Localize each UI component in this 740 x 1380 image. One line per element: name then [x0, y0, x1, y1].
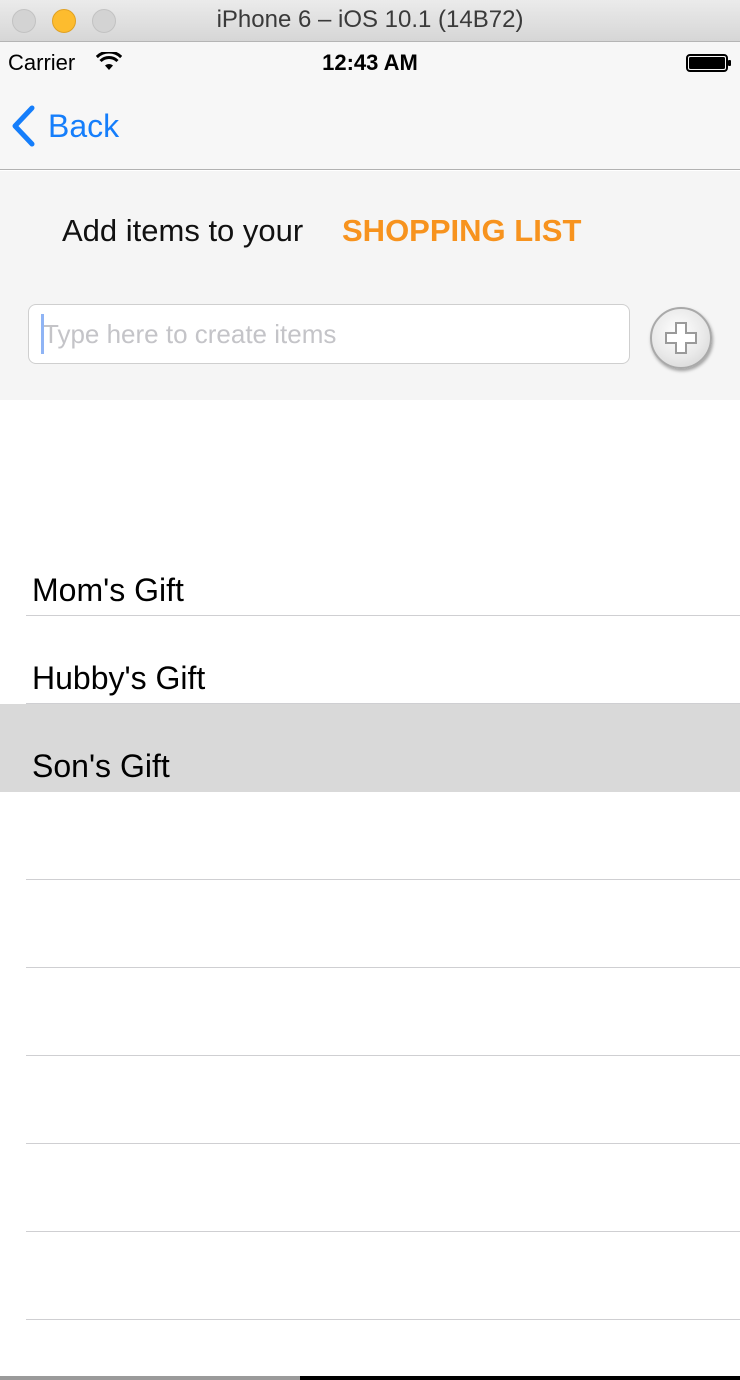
list-item[interactable]: Mom's Gift	[0, 528, 740, 616]
list-item[interactable]	[0, 1232, 740, 1320]
navigation-bar: Back	[0, 82, 740, 170]
list-item-label: Hubby's Gift	[32, 660, 206, 696]
list-item-label: Son's Gift	[32, 748, 170, 784]
list-item[interactable]	[0, 880, 740, 968]
text-cursor	[41, 314, 44, 354]
add-item-button[interactable]	[650, 307, 712, 369]
shopping-list-title: SHOPPING LIST	[342, 213, 582, 248]
simulator-title-bar: iPhone 6 – iOS 10.1 (14B72)	[0, 0, 740, 42]
shopping-list: Mom's Gift Hubby's Gift Son's Gift	[0, 528, 740, 1320]
window-bottom-edge-dark	[300, 1376, 740, 1380]
back-button[interactable]: Back	[10, 102, 119, 150]
list-item[interactable]	[0, 968, 740, 1056]
prompt-text: Add items to your	[62, 213, 304, 248]
window-bottom-edge	[0, 1376, 300, 1380]
add-item-panel: Add items to your SHOPPING LIST	[0, 171, 740, 400]
status-bar: Carrier 12:43 AM	[0, 42, 740, 82]
battery-icon	[686, 54, 731, 72]
list-item[interactable]: Hubby's Gift	[0, 616, 740, 704]
back-button-label: Back	[48, 107, 120, 144]
window-title: iPhone 6 – iOS 10.1 (14B72)	[216, 6, 524, 33]
list-item-selected[interactable]: Son's Gift	[0, 704, 740, 792]
list-item[interactable]	[0, 792, 740, 880]
item-input[interactable]	[28, 304, 630, 364]
plus-icon	[665, 322, 697, 354]
list-item[interactable]	[0, 1056, 740, 1144]
chevron-left-icon	[12, 105, 35, 147]
list-item-label: Mom's Gift	[32, 572, 184, 608]
status-time: 12:43 AM	[322, 50, 418, 75]
list-item[interactable]	[0, 1144, 740, 1232]
